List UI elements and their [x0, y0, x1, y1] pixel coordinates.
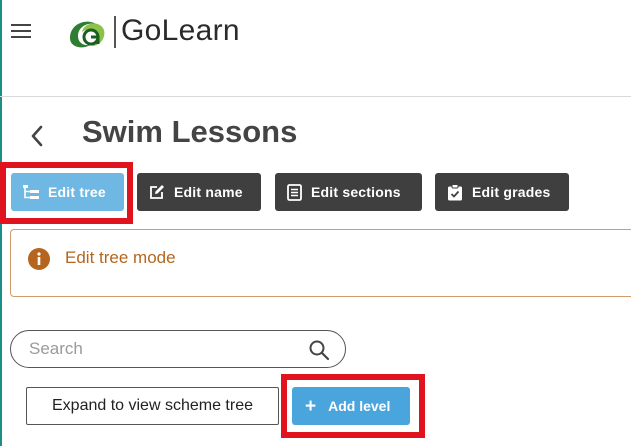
clipboard-check-icon [448, 183, 462, 200]
edit-tree-button[interactable]: Edit tree [11, 173, 124, 211]
tree-icon [23, 185, 39, 199]
hamburger-menu-icon[interactable] [11, 24, 31, 40]
add-level-label: Add level [328, 398, 391, 414]
notice-text: Edit tree mode [65, 248, 176, 267]
edit-mode-notice: Edit tree mode [10, 229, 631, 297]
golearn-logo-icon [70, 21, 105, 48]
header-divider [0, 96, 631, 97]
window-edge [0, 0, 2, 446]
search-icon[interactable] [308, 339, 330, 361]
page-title: Swim Lessons [82, 114, 298, 149]
plus-icon: + [305, 395, 317, 417]
edit-grades-label: Edit grades [472, 184, 551, 200]
edit-grades-button[interactable]: Edit grades [435, 173, 569, 211]
info-icon [28, 248, 50, 270]
edit-sections-label: Edit sections [311, 184, 401, 200]
edit-name-label: Edit name [174, 184, 243, 200]
chevron-left-icon[interactable] [26, 122, 48, 150]
expand-scheme-tree-button[interactable]: Expand to view scheme tree [26, 387, 279, 425]
search-input[interactable] [29, 338, 289, 360]
expand-scheme-tree-label: Expand to view scheme tree [52, 397, 253, 414]
logo-divider [114, 16, 116, 48]
edit-name-button[interactable]: Edit name [137, 173, 261, 211]
add-level-button[interactable]: + Add level [292, 387, 410, 425]
edit-pencil-icon [150, 185, 164, 199]
edit-tree-label: Edit tree [48, 184, 106, 200]
document-list-icon [287, 183, 302, 201]
search-box [10, 330, 346, 368]
edit-sections-button[interactable]: Edit sections [275, 173, 422, 211]
app-logo-text: GoLearn [121, 14, 240, 47]
